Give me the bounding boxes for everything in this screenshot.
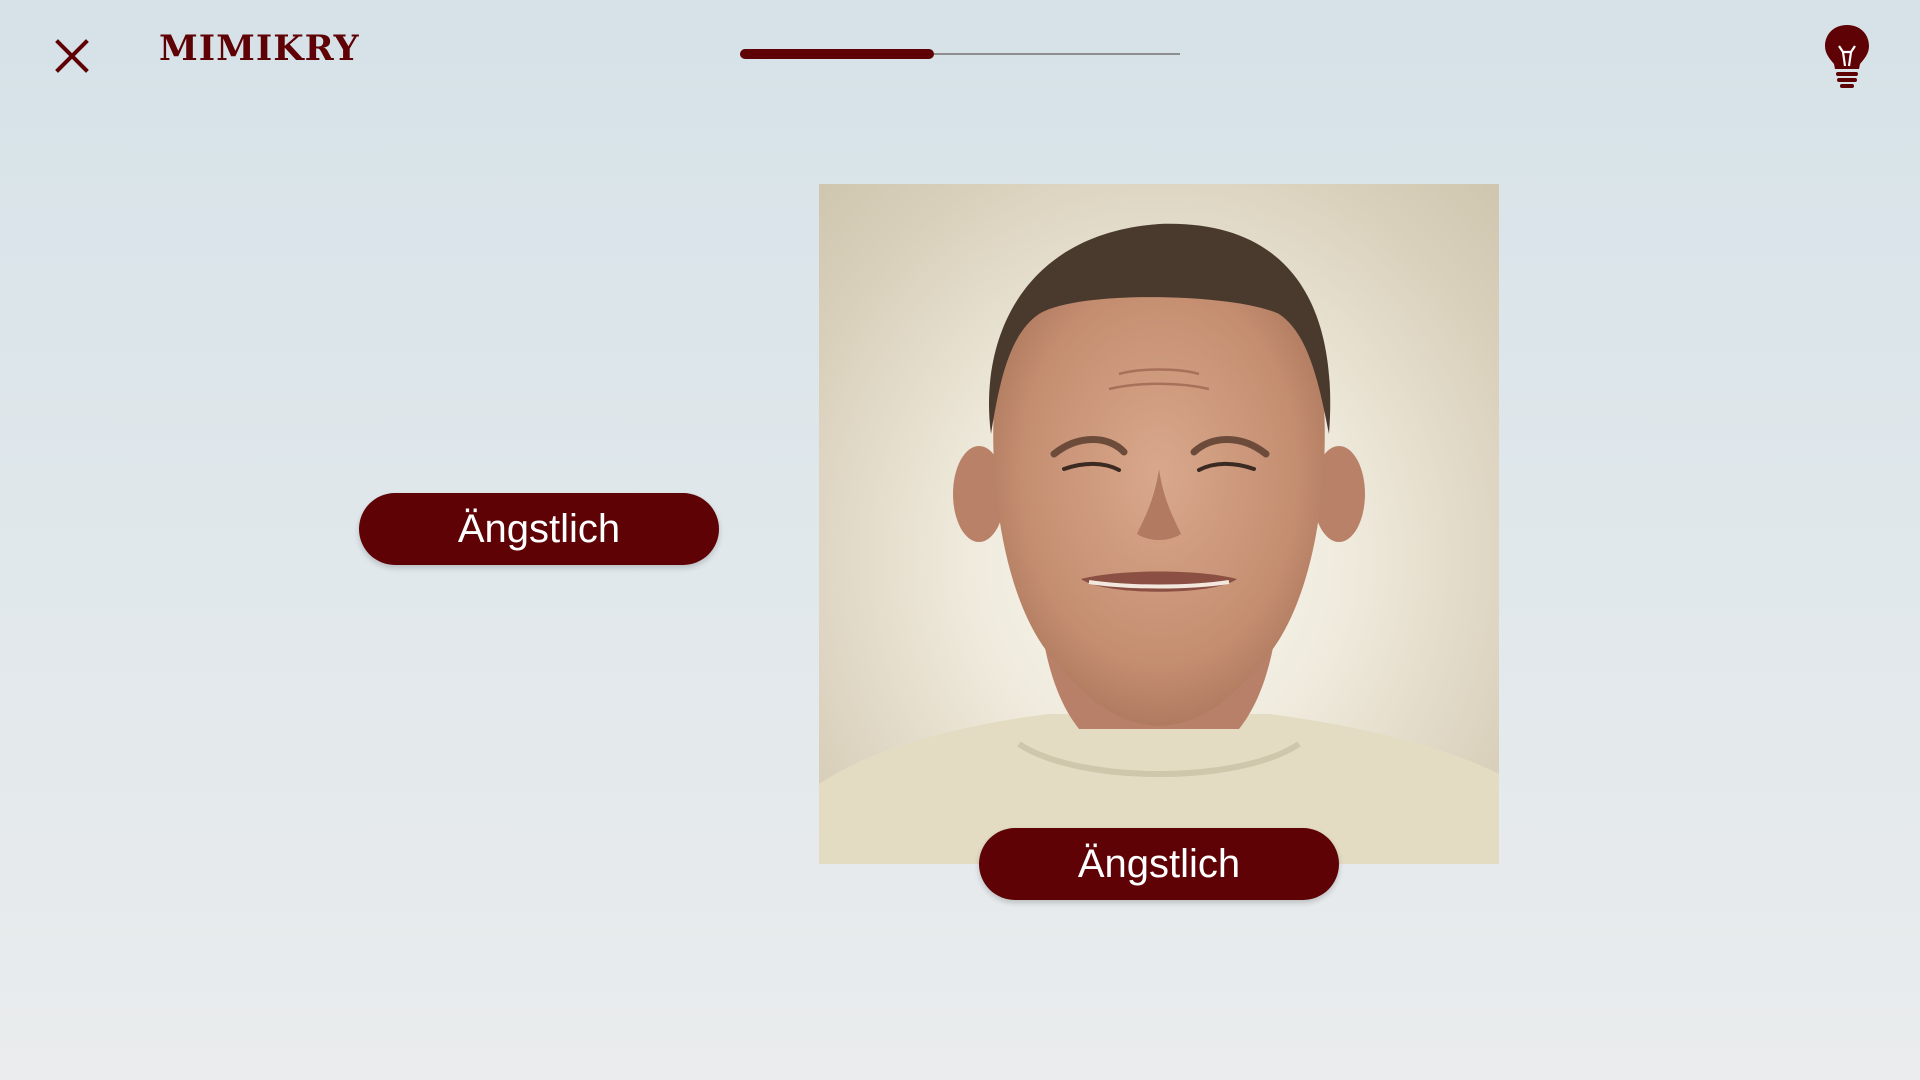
close-button[interactable] (52, 36, 92, 76)
face-photo (819, 184, 1499, 864)
app-title: MIMIKRY (159, 28, 360, 69)
progress-fill (740, 49, 934, 59)
close-icon (55, 39, 89, 73)
emotion-answer-button[interactable]: Ängstlich (979, 828, 1339, 900)
lightbulb-icon (1825, 25, 1869, 88)
emotion-option-button[interactable]: Ängstlich (359, 493, 719, 565)
hint-button[interactable] (1822, 22, 1872, 90)
progress-bar (740, 49, 1180, 59)
